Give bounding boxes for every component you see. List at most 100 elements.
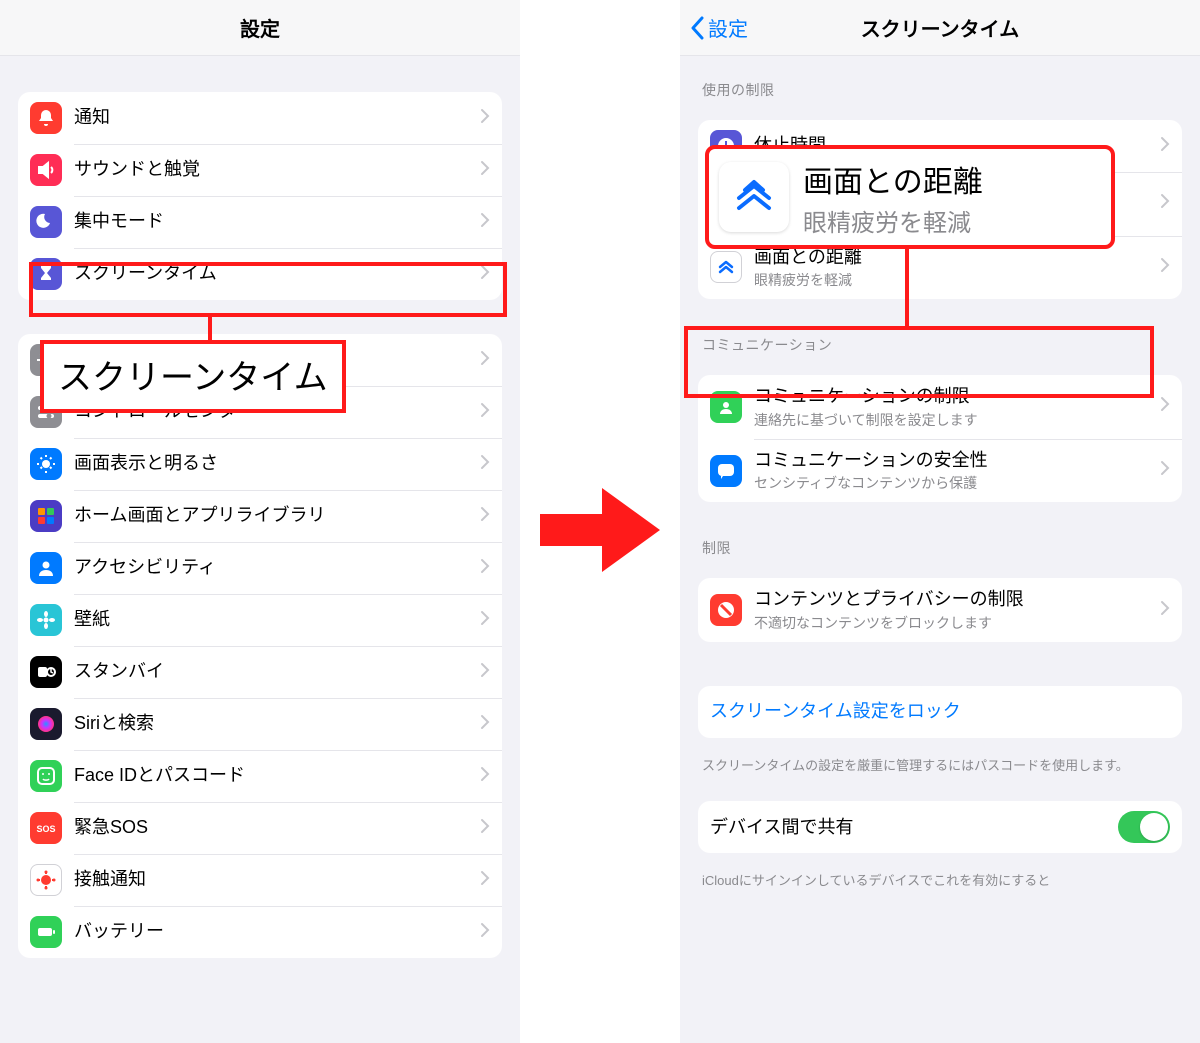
nope-icon xyxy=(710,594,742,626)
group-lock: スクリーンタイム設定をロック xyxy=(698,686,1182,738)
nav-title: スクリーンタイム xyxy=(861,13,1020,42)
group-restrictions: コンテンツとプライバシーの制限不適切なコンテンツをブロックします xyxy=(698,578,1182,642)
person-icon xyxy=(30,552,62,584)
chevron-right-icon xyxy=(480,264,490,285)
row-title: スタンバイ xyxy=(74,660,480,683)
nav-title: 設定 xyxy=(240,13,280,42)
chevron-right-icon xyxy=(1160,257,1170,278)
row-subtitle: 連絡先に基づいて制限を設定します xyxy=(754,411,1160,429)
sos-icon xyxy=(30,812,62,844)
sun-icon xyxy=(30,448,62,480)
row-title: サウンドと触覚 xyxy=(74,158,480,181)
row-title: 接触通知 xyxy=(74,868,480,891)
contact-icon xyxy=(710,391,742,423)
callout-title: 画面との距離 xyxy=(803,157,983,201)
settings-row[interactable]: スタンバイ xyxy=(18,646,502,698)
share-across-devices-row[interactable]: デバイス間で共有 xyxy=(698,801,1182,853)
settings-row[interactable]: 通知 xyxy=(18,92,502,144)
settings-row[interactable]: スクリーンタイム xyxy=(18,248,502,300)
section-header-comm: コミュニケーション xyxy=(698,311,1182,363)
standby-icon xyxy=(30,656,62,688)
back-button[interactable]: 設定 xyxy=(690,13,748,42)
settings-row[interactable]: バッテリー xyxy=(18,906,502,958)
settings-screen: 設定 通知サウンドと触覚集中モードスクリーンタイム 一般コントロールセンター画面… xyxy=(0,0,520,1043)
row-subtitle: 不適切なコンテンツをブロックします xyxy=(754,614,1160,632)
row-title: コミュニケーションの安全性 xyxy=(754,449,1160,472)
chevron-right-icon xyxy=(480,212,490,233)
chevron-right-icon xyxy=(1160,600,1170,621)
chevron-right-icon xyxy=(480,558,490,579)
group-share: デバイス間で共有 xyxy=(698,801,1182,853)
covid-icon xyxy=(30,864,62,896)
callout-subtitle: 眼精疲労を軽減 xyxy=(803,203,983,238)
chevron-right-icon xyxy=(1160,396,1170,417)
row-title: コンテンツとプライバシーの制限 xyxy=(754,588,1160,611)
arrow-icon xyxy=(540,480,660,585)
chat-icon xyxy=(710,455,742,487)
lock-label: スクリーンタイム設定をロック xyxy=(710,700,1170,723)
lock-settings-row[interactable]: スクリーンタイム設定をロック xyxy=(698,686,1182,738)
settings-row[interactable]: 画面表示と明るさ xyxy=(18,438,502,490)
settings-row[interactable]: コミュニケーションの安全性センシティブなコンテンツから保護 xyxy=(698,439,1182,503)
settings-row[interactable]: 緊急SOS xyxy=(18,802,502,854)
moon-icon xyxy=(30,206,62,238)
hourglass-icon xyxy=(30,258,62,290)
share-toggle[interactable] xyxy=(1118,811,1170,843)
settings-row[interactable]: 集中モード xyxy=(18,196,502,248)
chevrons-icon xyxy=(710,251,742,283)
row-title: 集中モード xyxy=(74,210,480,233)
callout-screen-distance: 画面との距離 眼精疲労を軽減 xyxy=(705,145,1115,249)
flower-icon xyxy=(30,604,62,636)
row-title: 画面との距離 xyxy=(754,246,1160,269)
settings-row[interactable]: コミュニケーションの制限連絡先に基づいて制限を設定します xyxy=(698,375,1182,439)
nav-bar: 設定 スクリーンタイム xyxy=(680,0,1200,56)
row-title: アクセシビリティ xyxy=(74,556,480,579)
settings-row[interactable]: Face IDとパスコード xyxy=(18,750,502,802)
chevron-right-icon xyxy=(480,506,490,527)
settings-row[interactable]: ホーム画面とアプリライブラリ xyxy=(18,490,502,542)
row-title: スクリーンタイム xyxy=(74,262,480,285)
chevron-right-icon xyxy=(480,350,490,371)
settings-group-2: 一般コントロールセンター画面表示と明るさホーム画面とアプリライブラリアクセシビリ… xyxy=(18,334,502,958)
settings-row[interactable]: 壁紙 xyxy=(18,594,502,646)
settings-group-1: 通知サウンドと触覚集中モードスクリーンタイム xyxy=(18,92,502,300)
bell-icon xyxy=(30,102,62,134)
screen-distance-icon xyxy=(719,162,789,232)
row-title: Siriと検索 xyxy=(74,712,480,735)
chevron-right-icon xyxy=(480,714,490,735)
back-label: 設定 xyxy=(708,13,748,42)
row-title: 緊急SOS xyxy=(74,816,480,839)
row-title: コミュニケーションの制限 xyxy=(754,385,1160,408)
lock-footer: スクリーンタイムの設定を厳重に管理するにはパスコードを使用します。 xyxy=(698,750,1182,776)
speaker-icon xyxy=(30,154,62,186)
settings-row[interactable]: Siriと検索 xyxy=(18,698,502,750)
chevron-right-icon xyxy=(480,108,490,129)
group-communication: コミュニケーションの制限連絡先に基づいて制限を設定しますコミュニケーションの安全… xyxy=(698,375,1182,502)
nav-bar: 設定 xyxy=(0,0,520,56)
settings-row[interactable]: サウンドと触覚 xyxy=(18,144,502,196)
chevron-right-icon xyxy=(480,818,490,839)
row-subtitle: センシティブなコンテンツから保護 xyxy=(754,474,1160,492)
siri-icon xyxy=(30,708,62,740)
chevron-right-icon xyxy=(480,662,490,683)
chevron-right-icon xyxy=(480,922,490,943)
share-footer: iCloudにサインインしているデバイスでこれを有効にすると xyxy=(698,865,1182,891)
chevron-right-icon xyxy=(480,160,490,181)
settings-row[interactable]: アクセシビリティ xyxy=(18,542,502,594)
section-header-restrict: 制限 xyxy=(698,514,1182,566)
row-title: 通知 xyxy=(74,106,480,129)
chevron-right-icon xyxy=(480,610,490,631)
row-title: 画面表示と明るさ xyxy=(74,452,480,475)
row-subtitle: 眼精疲労を軽減 xyxy=(754,271,1160,289)
chevron-right-icon xyxy=(480,766,490,787)
chevron-right-icon xyxy=(1160,460,1170,481)
settings-row[interactable]: コンテンツとプライバシーの制限不適切なコンテンツをブロックします xyxy=(698,578,1182,642)
zoom-label: スクリーンタイム xyxy=(40,340,346,413)
callout-connector xyxy=(905,249,909,329)
chevron-right-icon xyxy=(1160,193,1170,214)
row-title: バッテリー xyxy=(74,920,480,943)
settings-row[interactable]: 接触通知 xyxy=(18,854,502,906)
grid-icon xyxy=(30,500,62,532)
faceid-icon xyxy=(30,760,62,792)
row-title: ホーム画面とアプリライブラリ xyxy=(74,504,480,527)
